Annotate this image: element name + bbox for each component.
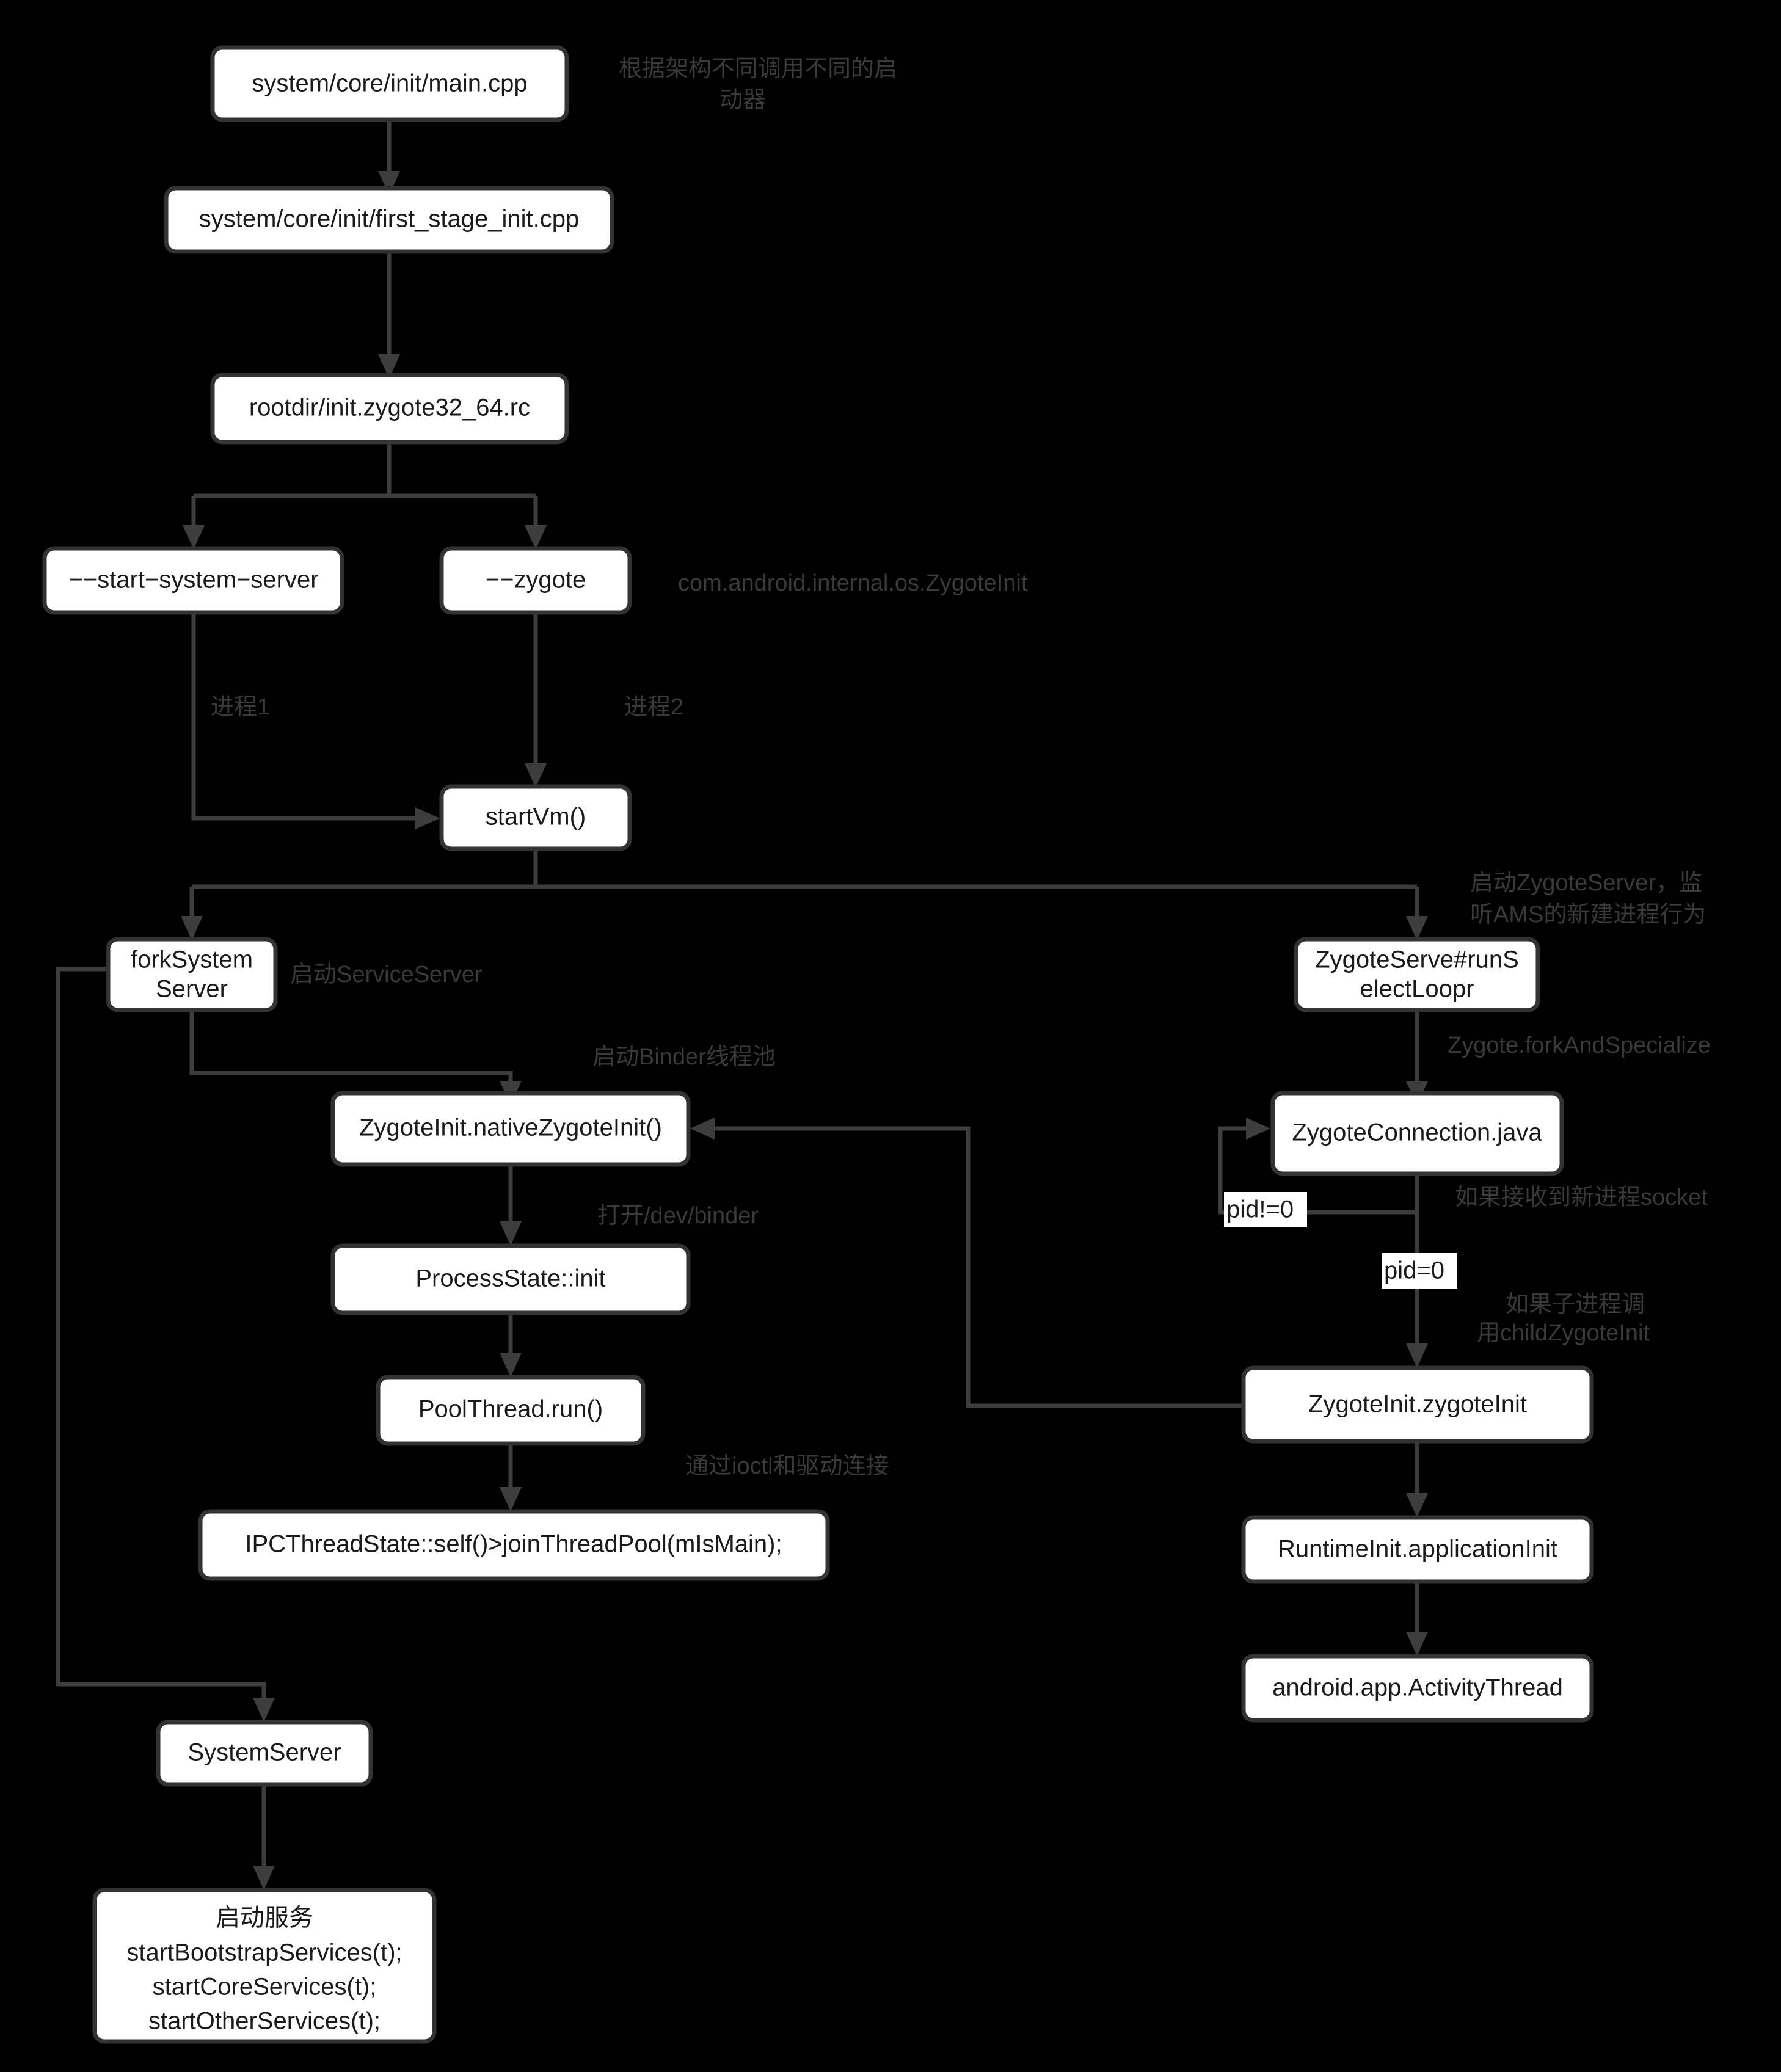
node-zygote-init-zygote-init-label: ZygoteInit.zygoteInit — [1308, 1391, 1527, 1418]
nodes-layer: system/core/init/main.cpp system/core/in… — [42, 45, 1594, 2044]
node-runtime-init[interactable]: RuntimeInit.applicationInit — [1241, 1515, 1594, 1584]
edge-label-process1: 进程1 — [211, 694, 270, 720]
node-first-stage-init-label: system/core/init/first_stage_init.cpp — [199, 206, 579, 233]
node-start-vm[interactable]: startVm() — [439, 784, 632, 851]
node-system-server[interactable]: SystemServer — [156, 1720, 373, 1787]
arrowhead-processstate-to-poolthread — [500, 1353, 522, 1377]
edge-label-arch-launcher-line2: 动器 — [719, 87, 766, 113]
node-first-stage-init[interactable]: system/core/init/first_stage_init.cpp — [164, 186, 614, 254]
node-pool-thread-run[interactable]: PoolThread.run() — [376, 1375, 646, 1446]
arrowhead-zygoteinit-to-runtimeinit — [1406, 1493, 1428, 1518]
node-zygote-rc-label: rootdir/init.zygote32_64.rc — [249, 394, 530, 421]
arrowhead-zygoteconnection-to-zygoteinit — [1406, 1343, 1428, 1368]
edge-label-recv-new-process-socket: 如果接收到新进程socket — [1455, 1185, 1708, 1210]
arrowhead-startvm-to-forksystemserver — [181, 916, 203, 940]
node-runtime-init-label: RuntimeInit.applicationInit — [1278, 1536, 1557, 1563]
node-process-state-init[interactable]: ProcessState::init — [330, 1243, 691, 1315]
edge-label-arch-launcher-line1: 根据架构不同调用不同的启 — [619, 56, 897, 82]
flowchart-svg: system/core/init/main.cpp system/core/in… — [42, 45, 1711, 2044]
node-zygote-init-zygote-init[interactable]: ZygoteInit.zygoteInit — [1241, 1365, 1594, 1444]
node-fork-system-server-label-line1: forkSystem — [131, 947, 253, 973]
edge-label-start-zygote-server-line1: 启动ZygoteServer，监 — [1470, 870, 1702, 896]
arrowhead-startsystemserver-to-startvm — [415, 807, 440, 829]
edge-forksystemserver-to-systemserver — [56, 967, 266, 1710]
arrowhead-runtimeinit-to-activitythread — [1406, 1632, 1428, 1656]
node-zygote-server-loop-label-line2: electLoopr — [1360, 976, 1474, 1003]
edge-label-child-zygote-init-line2: 用childZygoteInit — [1477, 1320, 1650, 1346]
edge-label-zygote-init-class: com.android.internal.os.ZygoteInit — [678, 570, 1028, 596]
node-start-services-label-line3: startCoreServices(t); — [153, 1974, 377, 2001]
node-ipc-thread-state[interactable]: IPCThreadState::self()>joinThreadPool(mI… — [198, 1509, 830, 1581]
edge-label-open-dev-binder: 打开/dev/binder — [597, 1203, 759, 1229]
node-fork-system-server[interactable]: forkSystem Server — [106, 937, 278, 1012]
arrowhead-zygote-to-startvm — [525, 763, 547, 788]
node-start-services-label-line4: startOtherServices(t); — [148, 2008, 381, 2035]
arrowhead-nativezygoteinit-to-processstate — [500, 1221, 522, 1246]
node-zygote-connection[interactable]: ZygoteConnection.java — [1270, 1091, 1564, 1176]
edge-label-start-service-server: 启动ServiceServer — [290, 962, 483, 987]
condition-label-pid-zero: pid=0 — [1382, 1253, 1457, 1289]
node-process-state-init-label: ProcessState::init — [415, 1265, 605, 1292]
node-system-server-label: SystemServer — [188, 1739, 341, 1766]
node-native-zygote-init[interactable]: ZygoteInit.nativeZygoteInit() — [330, 1091, 691, 1167]
edge-label-ioctl-driver-connect: 通过ioctl和驱动连接 — [685, 1453, 889, 1479]
edge-startvm-split-bus — [189, 849, 1419, 928]
condition-label-pid-not-zero-text: pid!=0 — [1226, 1196, 1294, 1223]
node-start-vm-label: startVm() — [486, 804, 586, 831]
arrowhead-pidnotzero-loop — [1246, 1118, 1270, 1140]
arrowhead-rc-to-zygote — [525, 525, 547, 550]
node-activity-thread[interactable]: android.app.ActivityThread — [1241, 1654, 1594, 1723]
node-pool-thread-run-label: PoolThread.run() — [418, 1396, 603, 1423]
edge-label-start-binder-pool: 启动Binder线程池 — [592, 1044, 776, 1070]
node-fork-system-server-label-line2: Server — [156, 976, 228, 1003]
arrowhead-systemserver-to-startservices — [253, 1866, 275, 1890]
node-zygote-connection-label: ZygoteConnection.java — [1292, 1119, 1542, 1146]
node-zygote-arg[interactable]: −−zygote — [439, 546, 632, 615]
edge-label-process2: 进程2 — [624, 694, 683, 720]
node-start-services-label-line2: startBootstrapServices(t); — [126, 1939, 402, 1966]
node-start-services[interactable]: 启动服务 startBootstrapServices(t); startCor… — [92, 1888, 437, 2044]
edge-label-child-zygote-init-line1: 如果子进程调 — [1506, 1292, 1645, 1317]
node-start-system-server-label: −−start−system−server — [68, 567, 318, 594]
node-start-services-label-line1: 启动服务 — [216, 1905, 313, 1932]
flowchart-canvas: system/core/init/main.cpp system/core/in… — [0, 0, 1781, 2072]
node-zygote-server-loop-label-line1: ZygoteServe#runS — [1315, 947, 1519, 973]
condition-label-pid-zero-text: pid=0 — [1384, 1257, 1444, 1284]
arrowhead-forksystemserver-to-systemserver — [253, 1698, 275, 1722]
node-zygote-rc[interactable]: rootdir/init.zygote32_64.rc — [210, 373, 569, 445]
arrowhead-rc-to-startsystemserver — [183, 525, 205, 550]
arrowhead-poolthread-to-ipcthreadstate — [500, 1487, 522, 1511]
arrowhead-zygoteinit-to-nativezygoteinit — [690, 1118, 715, 1140]
edge-forksystemserver-to-nativezygoteinit — [189, 1010, 513, 1093]
node-native-zygote-init-label: ZygoteInit.nativeZygoteInit() — [359, 1114, 662, 1141]
node-start-system-server[interactable]: −−start−system−server — [42, 546, 344, 615]
edge-label-fork-and-specialize: Zygote.forkAndSpecialize — [1448, 1033, 1711, 1058]
condition-label-pid-not-zero: pid!=0 — [1224, 1192, 1307, 1227]
node-zygote-arg-label: −−zygote — [486, 567, 586, 594]
node-activity-thread-label: android.app.ActivityThread — [1272, 1674, 1563, 1701]
node-zygote-server-loop[interactable]: ZygoteServe#runS electLoopr — [1294, 937, 1540, 1012]
node-ipc-thread-state-label: IPCThreadState::self()>joinThreadPool(mI… — [245, 1531, 782, 1558]
node-main-cpp-label: system/core/init/main.cpp — [252, 70, 527, 97]
node-main-cpp[interactable]: system/core/init/main.cpp — [210, 45, 569, 122]
edge-zygoteinit-to-nativezygoteinit — [702, 1126, 1244, 1408]
arrowhead-startvm-to-zygoteserverloop — [1406, 916, 1428, 940]
condition-labels-layer: pid!=0 pid=0 — [1224, 1192, 1457, 1289]
edge-rc-split-bus — [191, 442, 538, 537]
edge-label-start-zygote-server-line2: 听AMS的新建进程行为 — [1470, 902, 1706, 928]
